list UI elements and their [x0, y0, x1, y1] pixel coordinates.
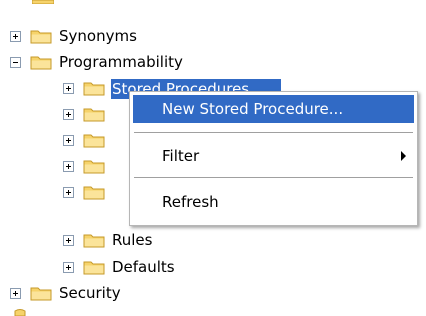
folder-icon — [14, 309, 26, 316]
collapse-icon[interactable] — [10, 56, 21, 68]
expand-icon[interactable] — [63, 234, 74, 246]
object-explorer: Synonyms Programmability Stored Procedur… — [0, 0, 426, 316]
expand-icon[interactable] — [63, 261, 74, 273]
expand-icon[interactable] — [63, 108, 74, 120]
folder-icon — [83, 186, 105, 200]
menu-item-label: New Stored Procedure... — [162, 100, 344, 118]
folder-icon — [32, 0, 54, 4]
menu-item-label: Filter — [162, 147, 200, 165]
tree-item-programmability[interactable]: Programmability — [10, 51, 184, 73]
folder-icon — [83, 261, 105, 275]
folder-icon — [83, 82, 105, 96]
tree-item[interactable] — [63, 103, 111, 125]
folder-icon — [83, 108, 105, 122]
expand-icon[interactable] — [63, 160, 74, 172]
tree-item[interactable] — [63, 155, 111, 177]
tree-item-rules[interactable]: Rules — [63, 229, 153, 251]
tree-item-defaults[interactable]: Defaults — [63, 256, 176, 278]
expand-icon[interactable] — [63, 82, 74, 94]
folder-icon — [83, 234, 105, 248]
tree-item-label: Security — [59, 284, 121, 302]
chevron-right-icon — [401, 151, 406, 161]
menu-separator — [134, 132, 413, 133]
folder-icon — [30, 287, 52, 301]
context-menu: New Stored Procedure... Filter Refresh — [129, 91, 418, 226]
folder-icon — [83, 134, 105, 148]
folder-icon — [83, 160, 105, 174]
tree-item-label: Programmability — [59, 53, 183, 71]
menu-item-new-stored-procedure[interactable]: New Stored Procedure... — [133, 95, 414, 123]
folder-icon — [30, 56, 52, 70]
tree-item[interactable] — [63, 129, 111, 151]
tree-item[interactable] — [63, 181, 111, 203]
tree-item-synonyms[interactable]: Synonyms — [10, 25, 138, 47]
menu-item-filter[interactable]: Filter — [133, 142, 414, 170]
tree-item-label: Synonyms — [59, 27, 137, 45]
tree-item-label: Rules — [112, 231, 153, 249]
expand-icon[interactable] — [63, 134, 74, 146]
expand-icon[interactable] — [10, 287, 21, 299]
menu-item-label: Refresh — [162, 193, 219, 211]
menu-separator — [134, 177, 413, 178]
expand-icon[interactable] — [63, 186, 74, 198]
folder-icon — [30, 30, 52, 44]
menu-item-refresh[interactable]: Refresh — [133, 188, 414, 216]
expand-icon[interactable] — [10, 30, 21, 42]
tree-item-security[interactable]: Security — [10, 282, 122, 304]
tree-item-label: Defaults — [112, 258, 175, 276]
